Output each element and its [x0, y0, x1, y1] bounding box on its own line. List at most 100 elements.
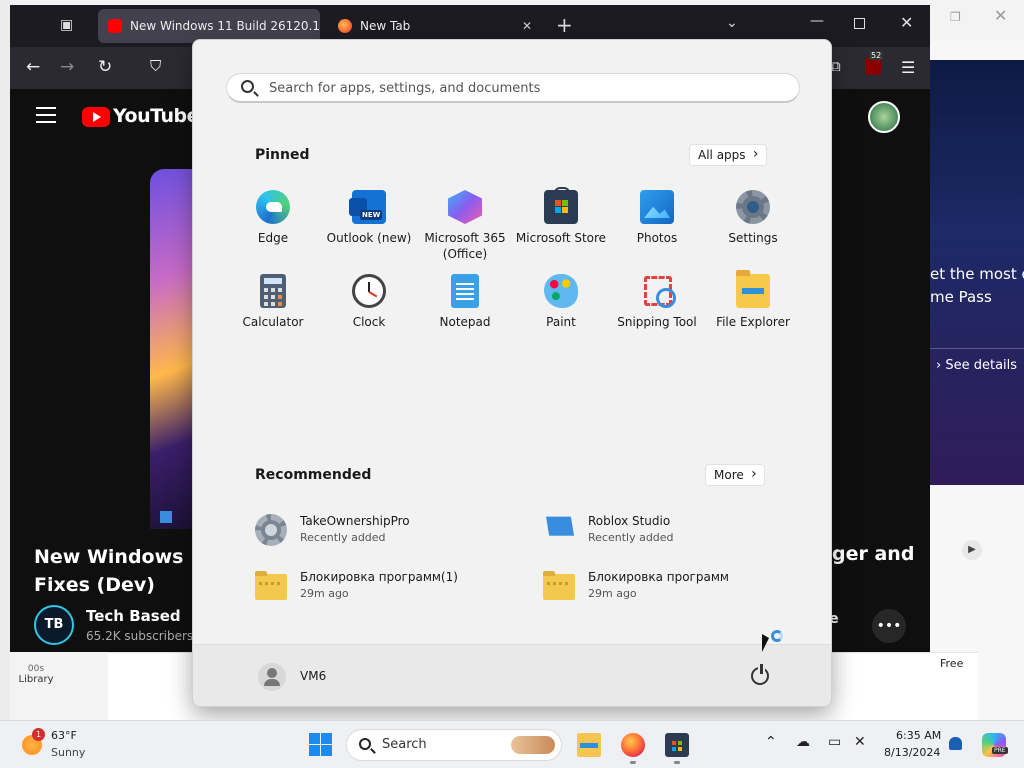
pinned-app-edge[interactable]: Edge [225, 190, 321, 246]
youtube-logo-icon[interactable] [82, 107, 110, 127]
user-avatar-icon[interactable] [258, 663, 286, 691]
weather-temperature[interactable]: 63°F [51, 729, 77, 742]
pinned-app-outlook[interactable]: Outlook (new) [321, 190, 417, 246]
user-name[interactable]: VM6 [300, 669, 326, 683]
taskbar-microsoft-store-icon[interactable] [665, 733, 689, 757]
library-nav-item[interactable]: 00s Library [14, 664, 58, 685]
pinned-app-calculator[interactable]: Calculator [225, 274, 321, 330]
folder-icon [255, 571, 287, 600]
close-window-icon[interactable]: ✕ [994, 6, 1007, 25]
see-details-link[interactable]: › See details [936, 358, 1017, 373]
channel-name[interactable]: Tech Based [86, 607, 181, 625]
recommended-item-folder-2[interactable]: Блокировка программ 29m ago [543, 568, 803, 608]
minimize-icon[interactable]: — [810, 13, 824, 29]
clock-date[interactable]: 8/13/2024 [884, 746, 940, 759]
app-label: Clock [352, 315, 386, 329]
youtube-logo-text[interactable]: YouTube [113, 105, 199, 127]
onedrive-cloud-icon[interactable]: ☁ [796, 734, 810, 750]
video-title: New Windows 11 Fixes (Dev) [34, 543, 217, 599]
pinned-app-microsoft-365[interactable]: Microsoft 365 (Office) [417, 190, 513, 262]
roblox-studio-icon [539, 510, 578, 549]
close-tab-icon[interactable]: ✕ [522, 9, 532, 43]
recommended-item-subtitle: Recently added [588, 531, 674, 544]
app-label: Photos [636, 231, 678, 245]
network-icon[interactable]: ▭ [828, 734, 841, 750]
app-label: File Explorer [716, 315, 790, 329]
app-menu-hamburger-icon[interactable]: ☰ [901, 58, 915, 77]
app-label: Microsoft 365 (Office) [424, 231, 506, 261]
copilot-preview-badge: PRE [992, 747, 1008, 754]
running-indicator [630, 761, 636, 764]
start-menu: Pinned All apps Edge Outlook (new) Micro… [192, 39, 832, 707]
youtube-menu-icon[interactable] [36, 107, 56, 123]
tab-new-tab[interactable]: New Tab ✕ [328, 9, 540, 43]
price-free-label: Free [940, 657, 964, 670]
taskbar-search-box[interactable]: Search [346, 729, 562, 761]
subscriber-count: 65.2K subscribers [86, 629, 194, 643]
windows-logo-icon [160, 511, 172, 523]
app-label: Paint [546, 315, 576, 329]
app-label: Snipping Tool [617, 315, 697, 329]
pinned-app-paint[interactable]: Paint [513, 274, 609, 330]
more-recommended-button[interactable]: More [705, 464, 765, 486]
tracking-shield-icon[interactable]: ⛉ [150, 57, 161, 75]
library-count: 00s [27, 664, 45, 674]
recommended-section-title: Recommended [255, 467, 372, 483]
start-search-input[interactable] [269, 77, 789, 99]
recommended-item-name: TakeOwnershipPro [300, 514, 410, 528]
recommended-item-folder-1[interactable]: Блокировка программ(1) 29m ago [255, 568, 515, 608]
pinned-app-settings[interactable]: Settings [705, 190, 801, 246]
game-pass-promo-banner[interactable]: et the most o me Pass › See details [930, 60, 1024, 485]
volume-muted-icon[interactable]: ✕ [854, 734, 866, 750]
tab-title: New Tab [360, 19, 411, 33]
start-button[interactable] [309, 733, 332, 756]
recommended-item-subtitle: 29m ago [588, 587, 637, 600]
taskbar-search-label: Search [382, 737, 427, 752]
tab-list-icon[interactable]: ▣ [60, 17, 73, 33]
copilot-icon[interactable]: PRE [982, 733, 1008, 757]
search-icon [359, 738, 371, 750]
pinned-app-notepad[interactable]: Notepad [417, 274, 513, 330]
video-title-line1: New Windows 11 [34, 546, 217, 568]
carousel-next-icon[interactable]: ▶ [962, 540, 982, 560]
pinned-app-photos[interactable]: Photos [609, 190, 705, 246]
pinned-app-snipping-tool[interactable]: Snipping Tool [609, 274, 705, 330]
taskbar-file-explorer-icon[interactable] [577, 733, 601, 757]
start-search-box[interactable] [226, 73, 800, 103]
more-actions-icon[interactable]: ••• [872, 609, 906, 643]
tab-youtube[interactable]: New Windows 11 Build 26120.1 [98, 9, 320, 43]
new-tab-plus-icon[interactable]: + [556, 13, 573, 37]
close-icon[interactable]: ✕ [900, 13, 913, 32]
takeownership-gear-icon [255, 514, 287, 546]
maximize-icon[interactable] [854, 18, 865, 29]
youtube-favicon-icon [108, 19, 122, 33]
calculator-icon [260, 274, 286, 308]
app-label: Calculator [242, 315, 304, 329]
recommended-item-roblox-studio[interactable]: Roblox Studio Recently added [543, 512, 803, 552]
reload-icon[interactable]: ↻ [98, 57, 112, 77]
account-avatar[interactable] [868, 101, 900, 133]
clock-time[interactable]: 6:35 AM [896, 729, 941, 742]
all-apps-button[interactable]: All apps [689, 144, 767, 166]
list-all-tabs-chevron-icon[interactable]: ⌄ [726, 15, 738, 31]
show-hidden-icons-chevron-icon[interactable]: ⌃ [765, 734, 777, 750]
recommended-item-name: Roblox Studio [588, 514, 671, 528]
recommended-item-takeownershippro[interactable]: TakeOwnershipPro Recently added [255, 512, 515, 552]
pinned-app-file-explorer[interactable]: File Explorer [705, 270, 801, 330]
restore-window-icon[interactable]: ❐ [950, 10, 961, 24]
channel-avatar[interactable]: TB [34, 605, 74, 645]
back-arrow-icon[interactable]: ← [26, 57, 40, 77]
notification-bell-icon[interactable] [949, 737, 962, 750]
background-window-titlebar: ❐ ✕ [930, 0, 1024, 40]
power-icon[interactable] [751, 664, 769, 685]
busy-spinner-icon [771, 630, 783, 642]
notepad-icon [451, 274, 479, 308]
pinned-app-microsoft-store[interactable]: Microsoft Store [513, 187, 609, 246]
edge-icon [256, 190, 290, 224]
pinned-app-clock[interactable]: Clock [321, 274, 417, 330]
video-title-tail: ger and [832, 543, 915, 565]
taskbar-firefox-icon[interactable] [621, 733, 645, 757]
ublock-origin-icon[interactable]: 52 [865, 51, 884, 75]
forward-arrow-icon[interactable]: → [60, 57, 74, 77]
weather-condition[interactable]: Sunny [51, 746, 85, 759]
